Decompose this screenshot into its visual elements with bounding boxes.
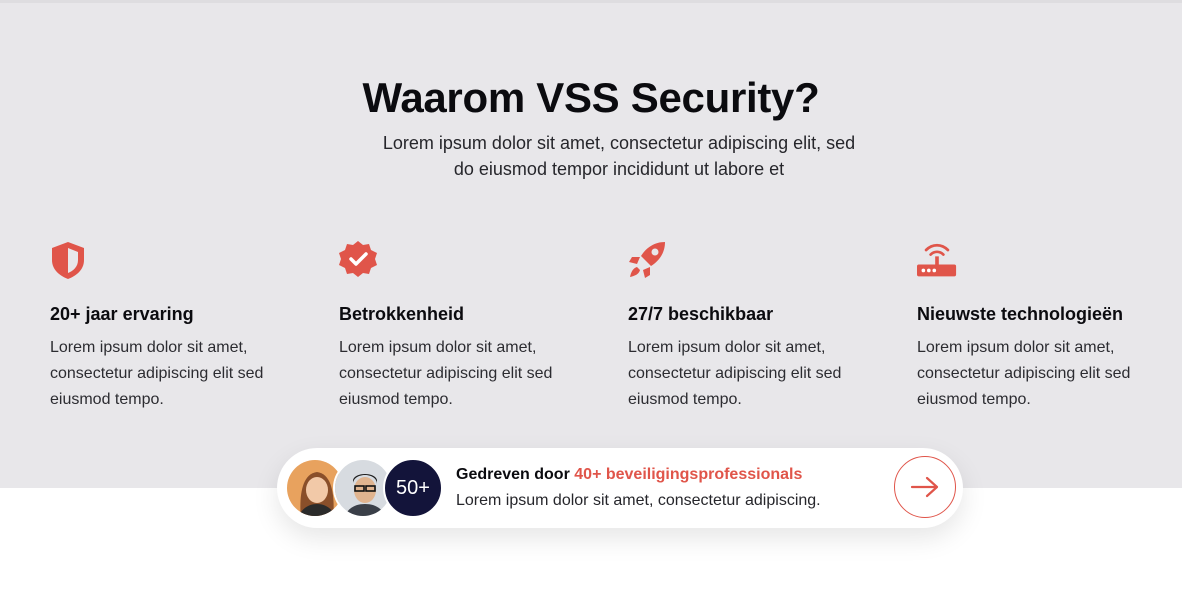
verified-badge-icon — [339, 241, 377, 277]
feature-title: Betrokkenheid — [339, 304, 465, 324]
cta-description: Lorem ipsum dolor sit amet, consectetur … — [456, 492, 821, 509]
feature-title: 20+ jaar ervaring — [50, 304, 194, 324]
feature-experience: 20+ jaar ervaring Lorem ipsum dolor sit … — [50, 240, 300, 408]
feature-technology: Nieuwste technologieën Lorem ipsum dolor… — [917, 240, 1167, 408]
feature-commitment: Betrokkenheid Lorem ipsum dolor sit amet… — [339, 240, 589, 408]
cta-heading: Gedreven door 40+ beveiligingsprofession… — [456, 466, 803, 483]
arrow-right-icon — [910, 476, 939, 498]
feature-description: Lorem ipsum dolor sit amet, consectetur … — [628, 339, 842, 408]
section-title: Waarom VSS Security? — [362, 74, 820, 121]
rocket-icon — [629, 242, 665, 278]
feature-description: Lorem ipsum dolor sit amet, consectetur … — [917, 339, 1131, 408]
feature-description: Lorem ipsum dolor sit amet, consectetur … — [50, 339, 264, 408]
feature-title: Nieuwste technologieën — [917, 304, 1124, 324]
top-divider — [0, 0, 1182, 3]
team-count-badge: 50+ — [383, 458, 443, 518]
section-subtitle: Lorem ipsum dolor sit amet, consectetur … — [382, 133, 856, 179]
feature-availability: 27/7 beschikbaar Lorem ipsum dolor sit a… — [628, 240, 878, 408]
shield-icon — [52, 242, 84, 279]
feature-description: Lorem ipsum dolor sit amet, consectetur … — [339, 339, 553, 408]
feature-title: 27/7 beschikbaar — [628, 304, 774, 324]
team-cta-card: 50+ Gedreven door 40+ beveiligingsprofes… — [277, 448, 963, 528]
cta-highlight: 40+ beveiligingsprofessionals — [574, 466, 803, 483]
router-icon — [917, 243, 957, 277]
arrow-button[interactable] — [894, 456, 956, 518]
